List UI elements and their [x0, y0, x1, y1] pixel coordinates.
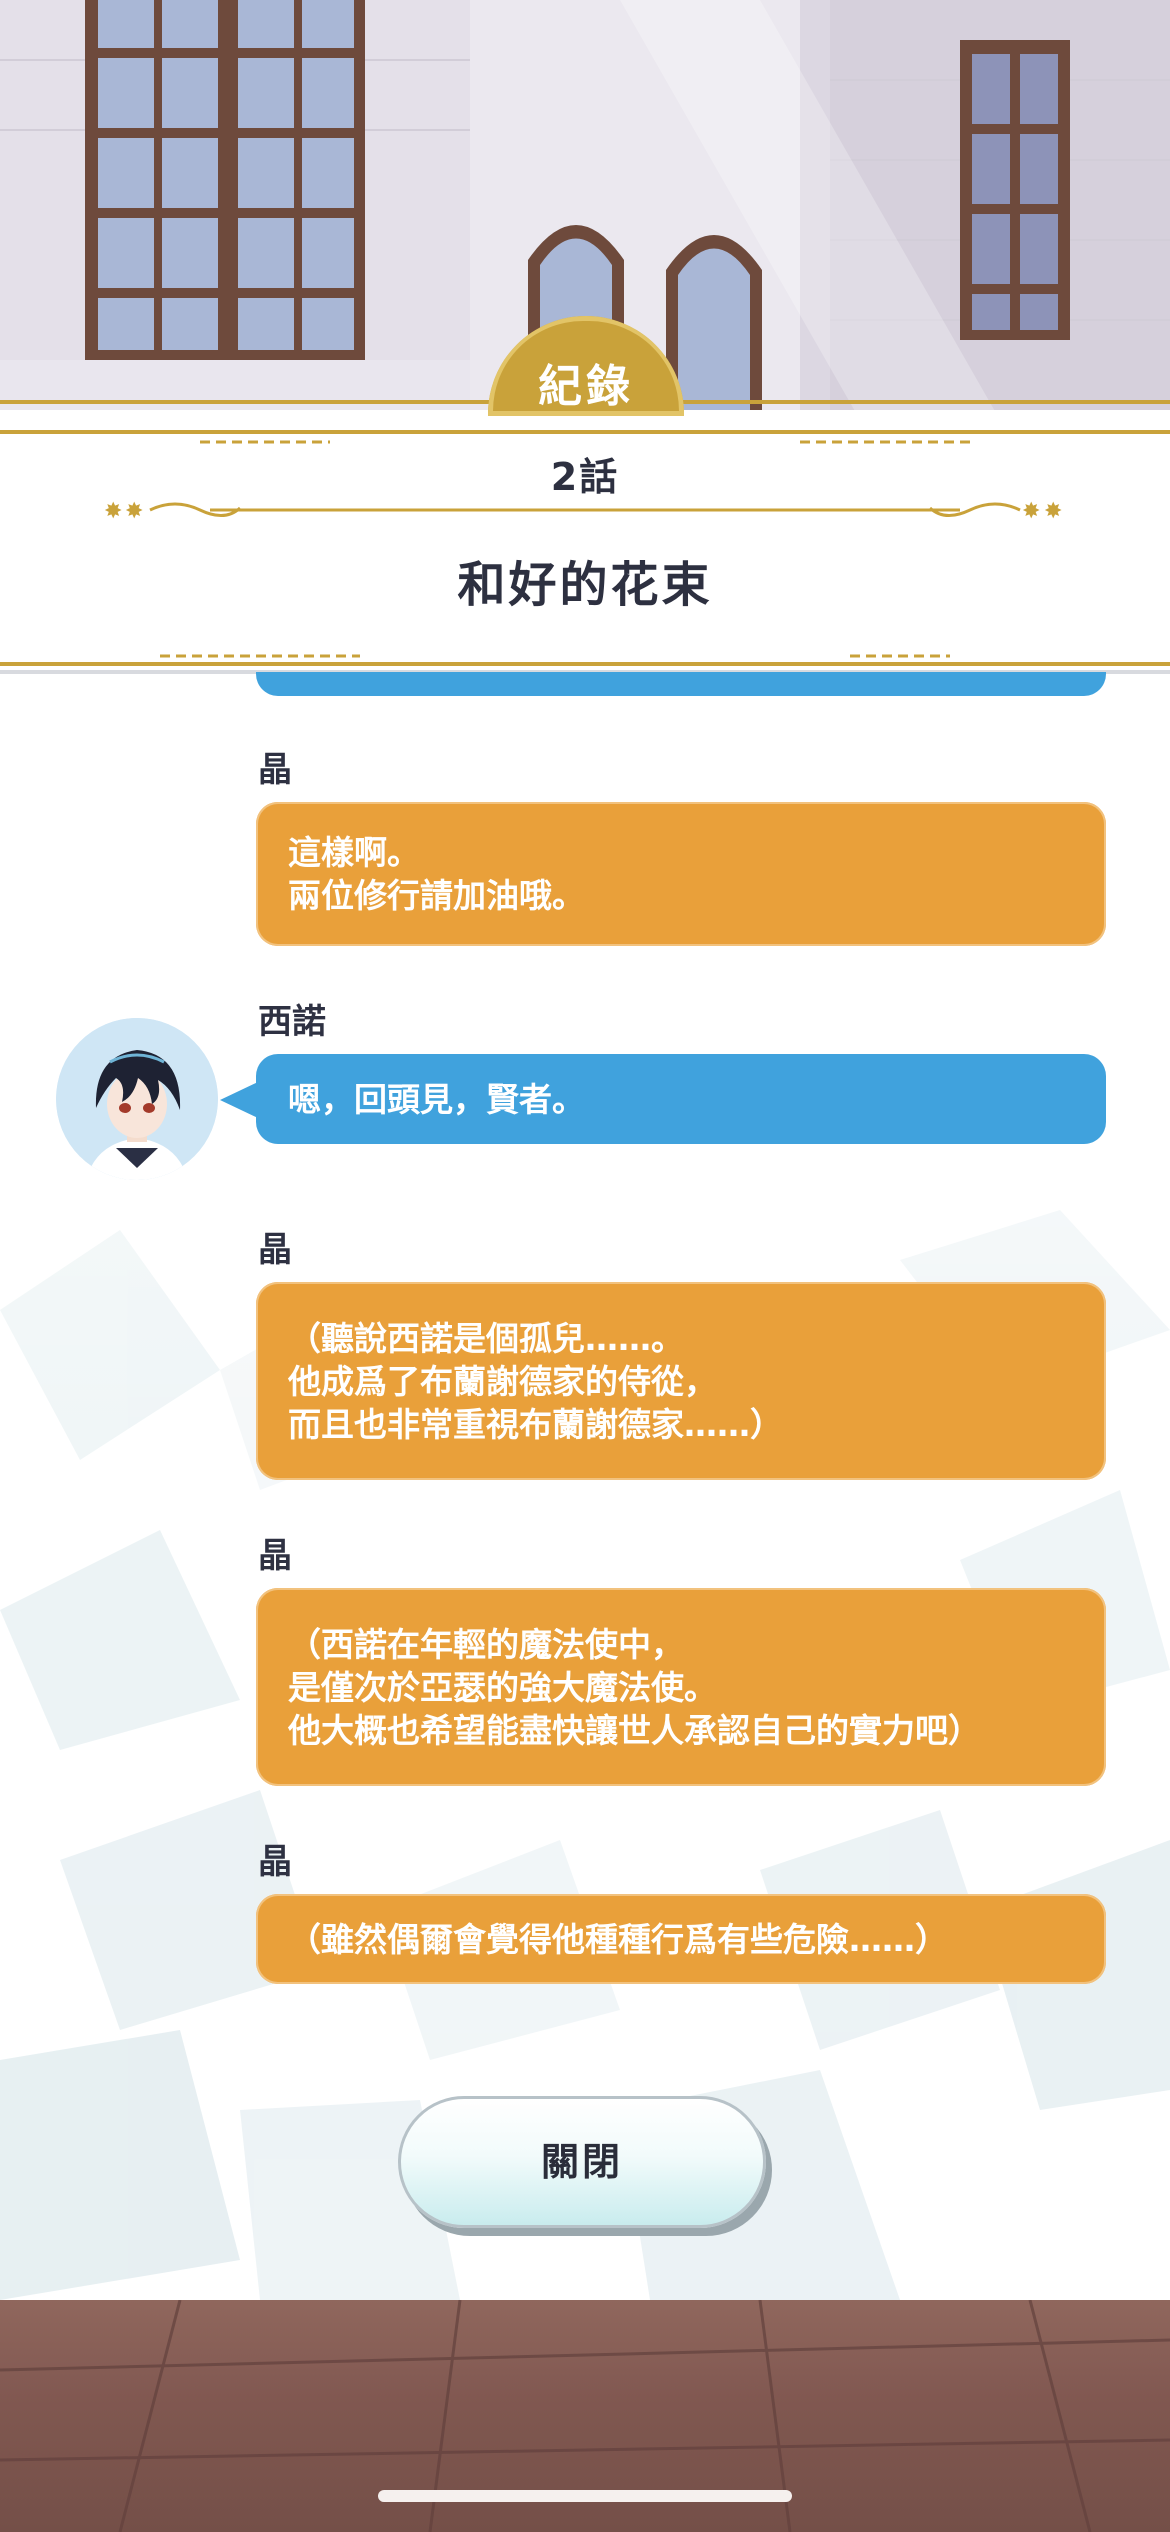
chat-bubble: （西諾在年輕的魔法使中， 是僅次於亞瑟的強大魔法使。 他大概也希望能盡快讓世人承…: [256, 1588, 1106, 1786]
previous-bubble-edge: [256, 672, 1106, 696]
bubble-line: 兩位修行請加油哦。: [288, 876, 585, 915]
svg-text:✸: ✸: [125, 499, 143, 524]
story-log-screen: ✸ ✸ ✸ ✸ 紀錄 2話 和好的花束 晶 這樣啊。 兩位修行請加油哦。 西諾: [0, 0, 1170, 2532]
bubble-tail: [220, 1082, 258, 1118]
episode-title: 和好的花束: [457, 557, 713, 613]
svg-text:✸: ✸: [104, 499, 122, 524]
close-button-label: 關閉: [540, 2140, 623, 2184]
record-tab-label: 紀錄: [538, 361, 634, 412]
speaker-name: 西諾: [258, 1002, 326, 1042]
header-ornament: ✸ ✸ ✸ ✸: [0, 400, 1170, 674]
chat-bubble: （聽說西諾是個孤兒……。 他成爲了布蘭謝德家的侍從， 而且也非常重視布蘭謝德家……: [256, 1282, 1106, 1480]
bubble-line: 他大概也希望能盡快讓世人承認自己的實力吧）: [288, 1710, 981, 1750]
speaker-name: 晶: [258, 1536, 292, 1576]
bubble-line: 而且也非常重視布蘭謝德家……）: [288, 1404, 783, 1444]
bubble-line: （聽說西諾是個孤兒……。: [288, 1318, 684, 1358]
bubble-line: （雖然偶爾會覺得他種種行爲有些危險……）: [288, 1919, 948, 1959]
record-tab: 紀錄: [488, 316, 684, 416]
svg-text:✸: ✸: [1044, 499, 1062, 524]
avatar: [56, 1018, 218, 1180]
chat-bubble: （雖然偶爾會覺得他種種行爲有些危險……）: [256, 1894, 1106, 1984]
bubble-line: 是僅次於亞瑟的強大魔法使。: [288, 1667, 717, 1707]
bubble-line: 嗯，回頭見，賢者。: [288, 1079, 585, 1119]
bubble-line: 他成爲了布蘭謝德家的侍從，: [288, 1361, 717, 1401]
close-button[interactable]: 關閉: [398, 2096, 766, 2228]
speaker-name: 晶: [258, 750, 292, 790]
speaker-name: 晶: [258, 1230, 292, 1270]
bubble-line: （西諾在年輕的魔法使中，: [288, 1624, 684, 1664]
svg-text:✸: ✸: [1022, 499, 1040, 524]
speaker-name: 晶: [258, 1842, 292, 1882]
episode-number: 2話: [550, 455, 620, 499]
chat-bubble: 這樣啊。 兩位修行請加油哦。: [256, 802, 1106, 946]
bubble-line: 這樣啊。: [288, 833, 420, 872]
home-indicator[interactable]: [378, 2490, 792, 2502]
chat-bubble: 嗯，回頭見，賢者。: [256, 1054, 1106, 1144]
